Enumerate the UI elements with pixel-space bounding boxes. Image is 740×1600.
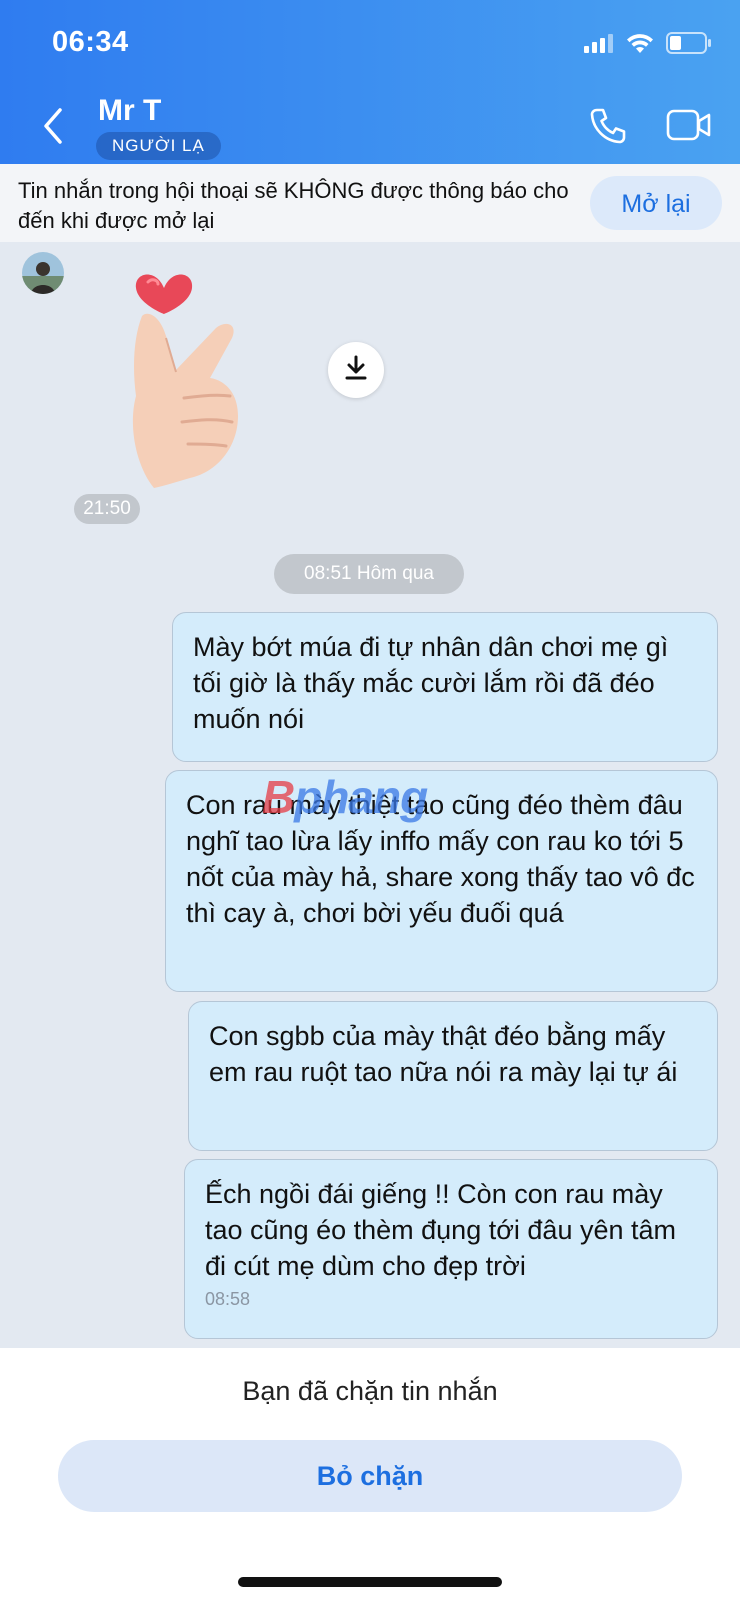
message-bubble[interactable]: Mày bớt múa đi tự nhân dân chơi mẹ gì tố… [172, 612, 718, 762]
download-icon [343, 354, 369, 387]
status-icons [584, 32, 712, 59]
message-bubble[interactable]: Ếch ngồi đái giếng !! Còn con rau mày ta… [184, 1159, 718, 1339]
stranger-badge: NGƯỜI LẠ [96, 132, 221, 160]
download-button[interactable] [328, 342, 384, 398]
reopen-button[interactable]: Mở lại [590, 176, 722, 230]
signal-icon [584, 33, 614, 58]
watermark-logo: Bphang [262, 771, 428, 823]
message-text: Ếch ngồi đái giếng !! Còn con rau mày ta… [205, 1179, 677, 1281]
home-indicator[interactable] [238, 1577, 502, 1587]
contact-name[interactable]: Mr T [98, 94, 161, 128]
back-icon[interactable] [38, 106, 68, 146]
battery-icon [666, 32, 712, 59]
message-time: 08:58 [205, 1289, 251, 1309]
status-time: 06:34 [52, 26, 129, 58]
contact-avatar[interactable] [22, 252, 64, 294]
chat-header: 06:34 Mr T NGƯỜI LẠ [0, 0, 740, 164]
wifi-icon [626, 32, 654, 59]
message-bubble[interactable]: Con rau mày thiệt tao cũng đéo thèm đâu … [165, 770, 718, 992]
unblock-button[interactable]: Bỏ chặn [58, 1440, 682, 1512]
mute-notice-text: Tin nhắn trong hội thoại sẽ KHÔNG được t… [18, 178, 569, 233]
phone-icon[interactable] [588, 106, 628, 151]
message-text: Mày bớt múa đi tự nhân dân chơi mẹ gì tố… [193, 632, 669, 734]
sticker-timestamp: 21:50 [74, 494, 140, 524]
heart-hand-sticker[interactable] [126, 266, 256, 490]
message-text: Con sgbb của mày thật đéo bằng mấy em ra… [209, 1021, 678, 1087]
date-separator: 08:51 Hôm qua [274, 554, 464, 594]
blocked-notice: Bạn đã chặn tin nhắn [242, 1376, 498, 1406]
message-bubble[interactable]: Con sgbb của mày thật đéo bằng mấy em ra… [188, 1001, 718, 1151]
video-icon[interactable] [666, 108, 712, 147]
